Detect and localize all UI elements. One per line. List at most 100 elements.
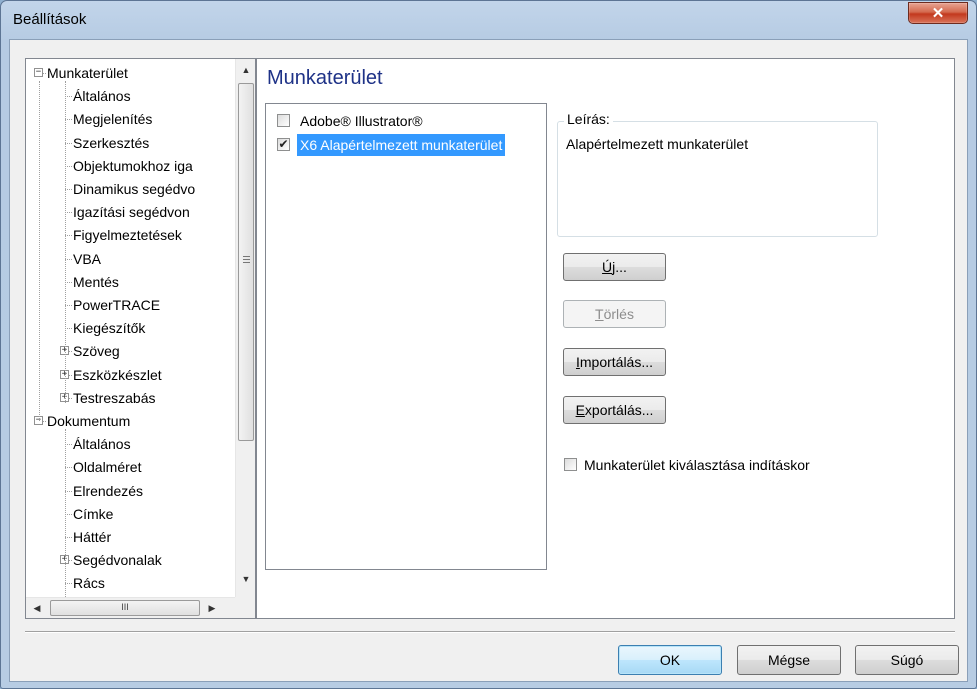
tree-item-label: Eszközkészlet [73, 366, 162, 383]
scroll-left-arrow-icon[interactable]: ◀ [29, 600, 45, 616]
tree-item-label: Dokumentum [47, 413, 131, 429]
tree-item[interactable]: Háttér [73, 526, 111, 548]
tree-item-label: Munkaterület [47, 65, 128, 81]
tree-guide-line [39, 81, 40, 421]
tree-connector [65, 189, 72, 190]
workspace-list[interactable]: Adobe® Illustrator® ✔ X6 Alapértelmezett… [265, 103, 547, 570]
tree-item[interactable]: Munkaterület [47, 62, 128, 84]
tree-item-label: Dinamikus segédvo [73, 181, 196, 197]
tree-item[interactable]: Dokumentum [47, 410, 130, 432]
workspace-item-label: X6 Alapértelmezett munkaterület [297, 134, 506, 156]
button-label: örlés [603, 306, 634, 322]
tree-item-label: Címke [73, 505, 114, 522]
tree-item-label: Oldalméret [73, 459, 142, 476]
close-button[interactable]: ✕ [908, 2, 968, 24]
tree-connector [65, 212, 72, 214]
ok-button[interactable]: OK [618, 645, 722, 675]
tree-item[interactable]: Szöveg [73, 340, 120, 362]
tree-item-label: Elrendezés [73, 482, 144, 499]
tree-item-label: Megjelenítés [73, 111, 153, 128]
tree-viewport: Munkaterület − Általános Megjelenítés Szerke… [26, 59, 235, 597]
tree-guide-line [65, 81, 66, 403]
scrollbar-corner [235, 597, 255, 618]
mnemonic: T [595, 306, 604, 322]
scroll-down-arrow-icon[interactable]: ▼ [238, 571, 254, 587]
tree-connector [65, 490, 72, 492]
tree-item[interactable]: Címke [73, 503, 113, 525]
tree-item[interactable]: Általános [73, 433, 131, 455]
tree-item[interactable]: Kiegészítők [73, 317, 145, 339]
tree-connector [65, 165, 72, 167]
tree-item[interactable]: Oldalméret [73, 456, 141, 478]
tree-connector [65, 281, 72, 283]
scroll-up-arrow-icon[interactable]: ▲ [238, 62, 254, 78]
new-workspace-button[interactable]: Új... [563, 253, 666, 281]
tree-item[interactable]: VBA [73, 248, 101, 270]
mnemonic: E [575, 402, 585, 418]
collapse-icon[interactable]: − [34, 68, 43, 77]
description-text: Alapértelmezett munkaterület [566, 136, 749, 152]
scroll-right-arrow-icon[interactable]: ▶ [204, 600, 220, 616]
tree-item[interactable]: Objektumokhoz iga [73, 155, 193, 177]
tree-horizontal-scroll-thumb[interactable]: III [50, 600, 200, 616]
close-icon: ✕ [931, 5, 945, 22]
tree-item-label: VBA [73, 250, 102, 267]
grip-line [243, 256, 250, 257]
tree-item[interactable]: Testreszabás [73, 387, 155, 409]
tree-connector [65, 467, 72, 469]
tree-horizontal-scrollbar[interactable]: ◀ III ▶ [26, 597, 235, 618]
tree-item-label: Kiegészítők [73, 320, 146, 337]
tree-item-label: Általános [73, 436, 131, 453]
tree-vertical-scrollbar[interactable]: ▲ ▼ [235, 59, 255, 597]
settings-dialog: Beállítások ✕ Munkaterület − Általános Megj… [0, 0, 977, 689]
delete-workspace-button[interactable]: Törlés [563, 300, 666, 328]
startup-select-label: Munkaterület kiválasztása indításkor [584, 457, 810, 473]
tree-item[interactable]: Rács [73, 572, 105, 594]
dialog-client-area: Munkaterület − Általános Megjelenítés Szerke… [9, 39, 968, 682]
button-label: j... [612, 259, 627, 275]
workspace-checkbox[interactable] [277, 114, 290, 127]
help-button[interactable]: Súgó [855, 645, 959, 675]
tree-item[interactable]: Dinamikus segédvo [73, 178, 195, 200]
tree-item[interactable]: Megjelenítés [73, 108, 152, 130]
tree-connector [65, 119, 72, 121]
tree-item[interactable]: Eszközkészlet [73, 364, 162, 386]
description-legend: Leírás: [564, 111, 613, 127]
tree-item-label: PowerTRACE [73, 297, 161, 313]
tree-item[interactable]: PowerTRACE [73, 294, 160, 316]
tree-item[interactable]: Szerkesztés [73, 132, 149, 154]
grip-line [243, 259, 250, 260]
tree-item-label: Segédvonalak [73, 552, 162, 569]
tree-item-label: Figyelmeztetések [73, 227, 182, 244]
panel-title: Munkaterület [267, 67, 383, 89]
tree-item-label: Mentés [73, 273, 119, 290]
tree-item[interactable]: Mentés [73, 271, 119, 293]
settings-tree[interactable]: Munkaterület − Általános Megjelenítés Szerke… [25, 58, 256, 619]
tree-connector [65, 537, 72, 538]
tree-item[interactable]: Általános [73, 85, 131, 107]
grip-icon: III [121, 602, 129, 612]
tree-item[interactable]: Figyelmeztetések [73, 224, 182, 246]
tree-item[interactable]: Igazítási segédvon [73, 201, 190, 223]
footer-separator [25, 631, 955, 633]
cancel-button[interactable]: Mégse [737, 645, 841, 675]
tree-item-label: Általános [73, 88, 131, 105]
tree-connector [65, 513, 72, 515]
tree-item-label: Háttér [73, 529, 112, 545]
tree-item[interactable]: Segédvonalak [73, 549, 162, 571]
tree-connector [65, 142, 72, 144]
startup-select-checkbox[interactable] [564, 458, 577, 471]
checkmark-icon: ✔ [278, 137, 289, 151]
tree-connector [65, 258, 72, 260]
tree-guide-line [65, 429, 66, 597]
workspace-panel: Munkaterület Adobe® Illustrator® ✔ X6 Al… [256, 58, 955, 619]
grip-line [243, 262, 250, 263]
tree-item-label: Testreszabás [73, 389, 156, 406]
tree-item-label: Szöveg [73, 343, 120, 360]
tree-vertical-scroll-thumb[interactable] [238, 83, 254, 441]
tree-item[interactable]: Elrendezés [73, 480, 143, 502]
export-workspace-button[interactable]: Exportálás... [563, 396, 666, 424]
workspace-checkbox[interactable]: ✔ [277, 138, 290, 151]
import-workspace-button[interactable]: Importálás... [563, 348, 666, 376]
title-bar[interactable]: Beállítások ✕ [1, 1, 976, 39]
